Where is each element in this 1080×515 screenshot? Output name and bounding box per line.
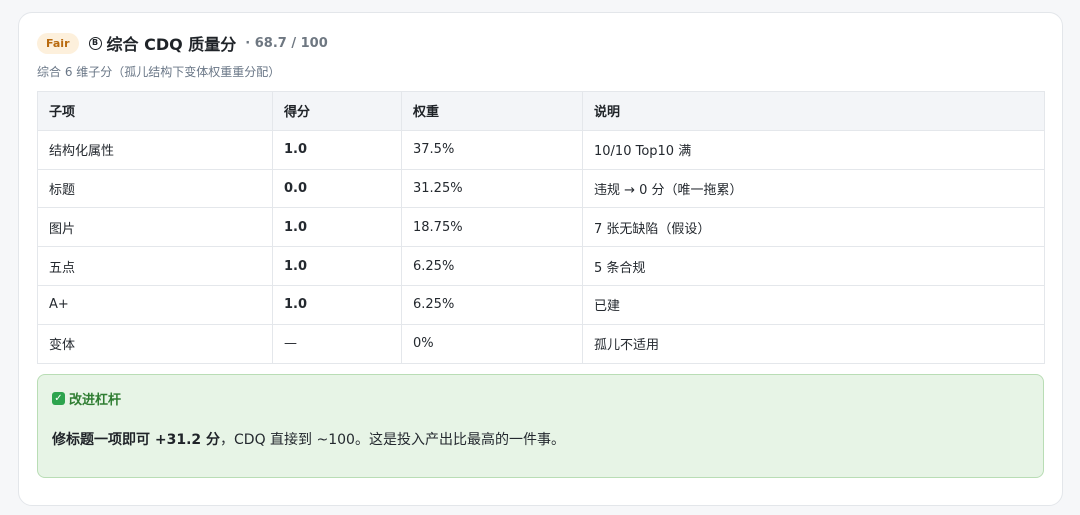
row-item: 图片 [37, 207, 273, 248]
row-weight: 6.25% [401, 284, 583, 325]
row-item: 标题 [37, 168, 273, 209]
check-icon: ✓ [52, 392, 65, 405]
row-score: 1.0 [272, 246, 402, 286]
table-row: 结构化属性 1.0 37.5% 10/10 Top10 满 [37, 129, 1045, 170]
row-score: 1.0 [272, 284, 402, 325]
row-weight: 37.5% [401, 129, 583, 170]
callout-header: ✓ 改进杠杆 [52, 389, 121, 408]
row-weight: 0% [401, 323, 583, 364]
row-item: A+ [37, 284, 273, 325]
row-score: 1.0 [272, 207, 402, 248]
row-weight: 31.25% [401, 168, 583, 209]
card-title: 综合 CDQ 质量分 [106, 35, 237, 54]
cdq-score-card: Fair B 综合 CDQ 质量分 · 68.7 / 100 综合 6 维子分（… [18, 12, 1063, 506]
callout-title: 改进杠杆 [69, 393, 122, 408]
row-note: 已建 [582, 284, 1045, 325]
table-row: 五点 1.0 6.25% 5 条合规 [37, 246, 1045, 286]
callout-body: 修标题一项即可 +31.2 分，CDQ 直接到 ~100。这是投入产出比最高的一… [52, 429, 565, 449]
card-header: Fair B 综合 CDQ 质量分 · 68.7 / 100 [37, 32, 328, 54]
row-note: 7 张无缺陷（假设） [582, 207, 1045, 248]
grade-badge: Fair [37, 32, 79, 54]
subscore-table: 子项 得分 权重 说明 结构化属性 1.0 37.5% 10/10 Top10 … [37, 91, 1045, 364]
table-row: 标题 0.0 31.25% 违规 → 0 分（唯一拖累） [37, 168, 1045, 209]
card-subtitle: 综合 6 维子分（孤儿结构下变体权重重分配） [37, 65, 281, 79]
row-item: 五点 [37, 246, 273, 286]
row-score: 1.0 [272, 129, 402, 170]
row-item: 结构化属性 [37, 129, 273, 170]
row-weight: 18.75% [401, 207, 583, 248]
row-item: 变体 [37, 323, 273, 364]
improvement-callout: ✓ 改进杠杆 修标题一项即可 +31.2 分，CDQ 直接到 ~100。这是投入… [37, 374, 1044, 478]
column-header-weight: 权重 [401, 91, 583, 131]
row-note: 孤儿不适用 [582, 323, 1045, 364]
column-header-item: 子项 [37, 91, 273, 131]
table-row: 变体 — 0% 孤儿不适用 [37, 323, 1045, 364]
row-score: 0.0 [272, 168, 402, 209]
row-weight: 6.25% [401, 246, 583, 286]
table-row: A+ 1.0 6.25% 已建 [37, 284, 1045, 325]
total-score: · 68.7 / 100 [245, 35, 328, 51]
table-header-row: 子项 得分 权重 说明 [37, 91, 1045, 131]
callout-body-bold: 修标题一项即可 +31.2 分 [52, 432, 221, 448]
grade-b-icon: B [88, 36, 102, 50]
column-header-note: 说明 [582, 91, 1045, 131]
row-note: 违规 → 0 分（唯一拖累） [582, 168, 1045, 209]
callout-body-rest: ，CDQ 直接到 ~100。这是投入产出比最高的一件事。 [220, 432, 565, 448]
row-note: 5 条合规 [582, 246, 1045, 286]
table-row: 图片 1.0 18.75% 7 张无缺陷（假设） [37, 207, 1045, 248]
column-header-score: 得分 [272, 91, 402, 131]
row-note: 10/10 Top10 满 [582, 129, 1045, 170]
row-score: — [272, 323, 402, 364]
